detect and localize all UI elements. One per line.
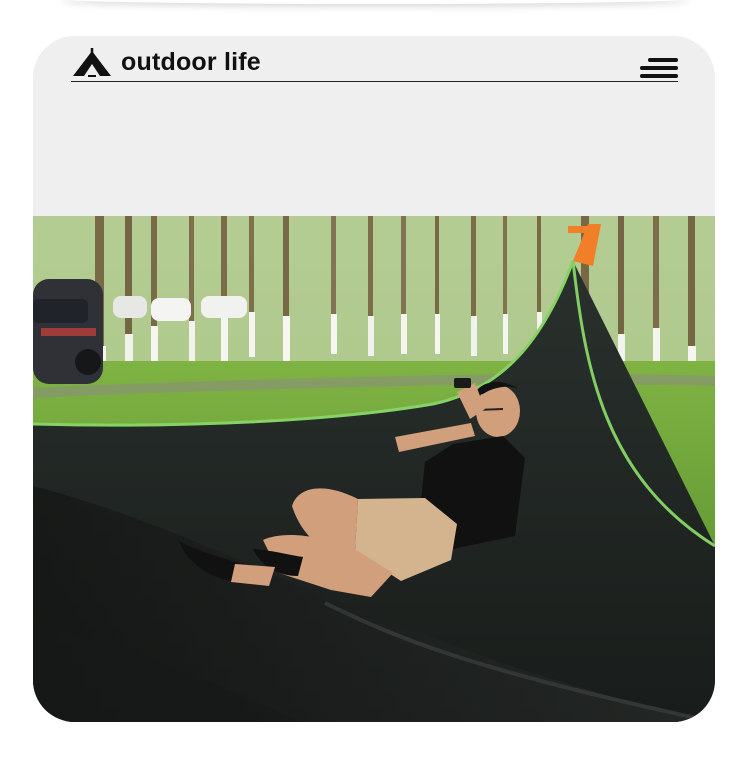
header: outdoor life — [33, 36, 715, 216]
menu-bar-middle — [640, 66, 678, 70]
content-card: outdoor life — [33, 36, 715, 722]
brand[interactable]: outdoor life — [71, 46, 261, 78]
hammock-photo — [33, 216, 715, 722]
tent-icon — [73, 48, 111, 77]
faint-overlay-block — [57, 88, 263, 140]
menu-button[interactable] — [640, 58, 678, 78]
header-divider — [71, 81, 678, 82]
faint-overlay-block — [57, 148, 309, 198]
photo-illustration — [33, 216, 715, 722]
menu-bar-top — [648, 58, 678, 62]
brand-title: outdoor life — [121, 47, 261, 76]
menu-bar-bottom — [640, 74, 678, 78]
top-shadow — [60, 0, 690, 4]
strap-loop — [568, 226, 598, 233]
